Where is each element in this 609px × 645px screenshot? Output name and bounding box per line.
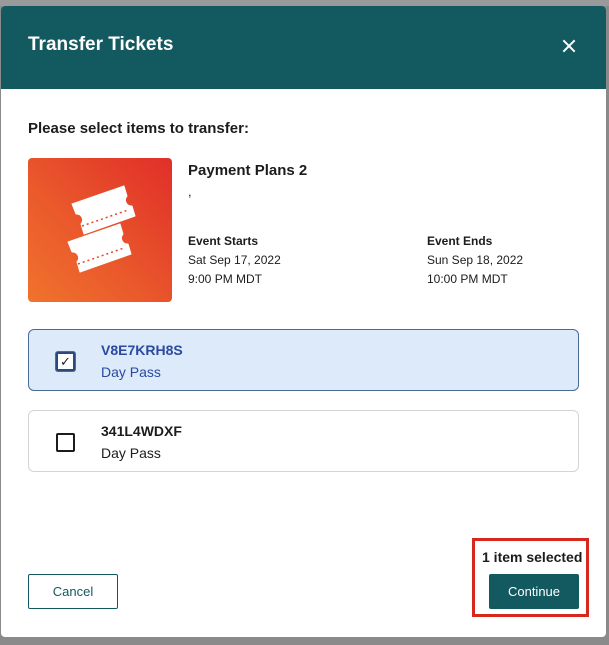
event-ends-label: Event Ends [427, 234, 493, 248]
continue-button[interactable]: Continue [489, 574, 579, 609]
event-starts-label: Event Starts [188, 234, 259, 248]
ticket-checkbox[interactable] [56, 433, 75, 452]
ticket-item[interactable]: ✓ V8E7KRH8S Day Pass [28, 329, 579, 391]
ticket-type: Day Pass [101, 445, 161, 461]
event-subtitle: , [188, 184, 192, 199]
event-ends-date: Sun Sep 18, 2022 [427, 253, 524, 267]
ticket-item[interactable]: 341L4WDXF Day Pass [28, 410, 579, 472]
selected-count: 1 item selected [482, 549, 583, 565]
ticket-code: V8E7KRH8S [101, 342, 183, 358]
transfer-tickets-modal: Transfer Tickets Please select items to … [1, 6, 606, 637]
event-starts-date: Sat Sep 17, 2022 [188, 253, 281, 267]
event-thumbnail [28, 158, 172, 302]
cancel-button[interactable]: Cancel [28, 574, 118, 609]
modal-header: Transfer Tickets [1, 6, 606, 89]
event-ends-block: Event Ends Sun Sep 18, 2022 10:00 PM MDT [427, 232, 523, 289]
ticket-code: 341L4WDXF [101, 423, 182, 439]
modal-title: Transfer Tickets [28, 34, 174, 55]
instruction-text: Please select items to transfer: [28, 120, 249, 137]
event-ends-time: 10:00 PM MDT [427, 272, 508, 286]
event-starts-time: 9:00 PM MDT [188, 272, 263, 286]
event-name: Payment Plans 2 [188, 162, 308, 179]
ticket-checkbox[interactable]: ✓ [56, 352, 75, 371]
event-starts-block: Event Starts Sat Sep 17, 2022 9:00 PM MD… [188, 232, 281, 289]
ticket-icon [67, 185, 136, 273]
close-icon[interactable] [560, 37, 578, 55]
ticket-type: Day Pass [101, 364, 161, 380]
